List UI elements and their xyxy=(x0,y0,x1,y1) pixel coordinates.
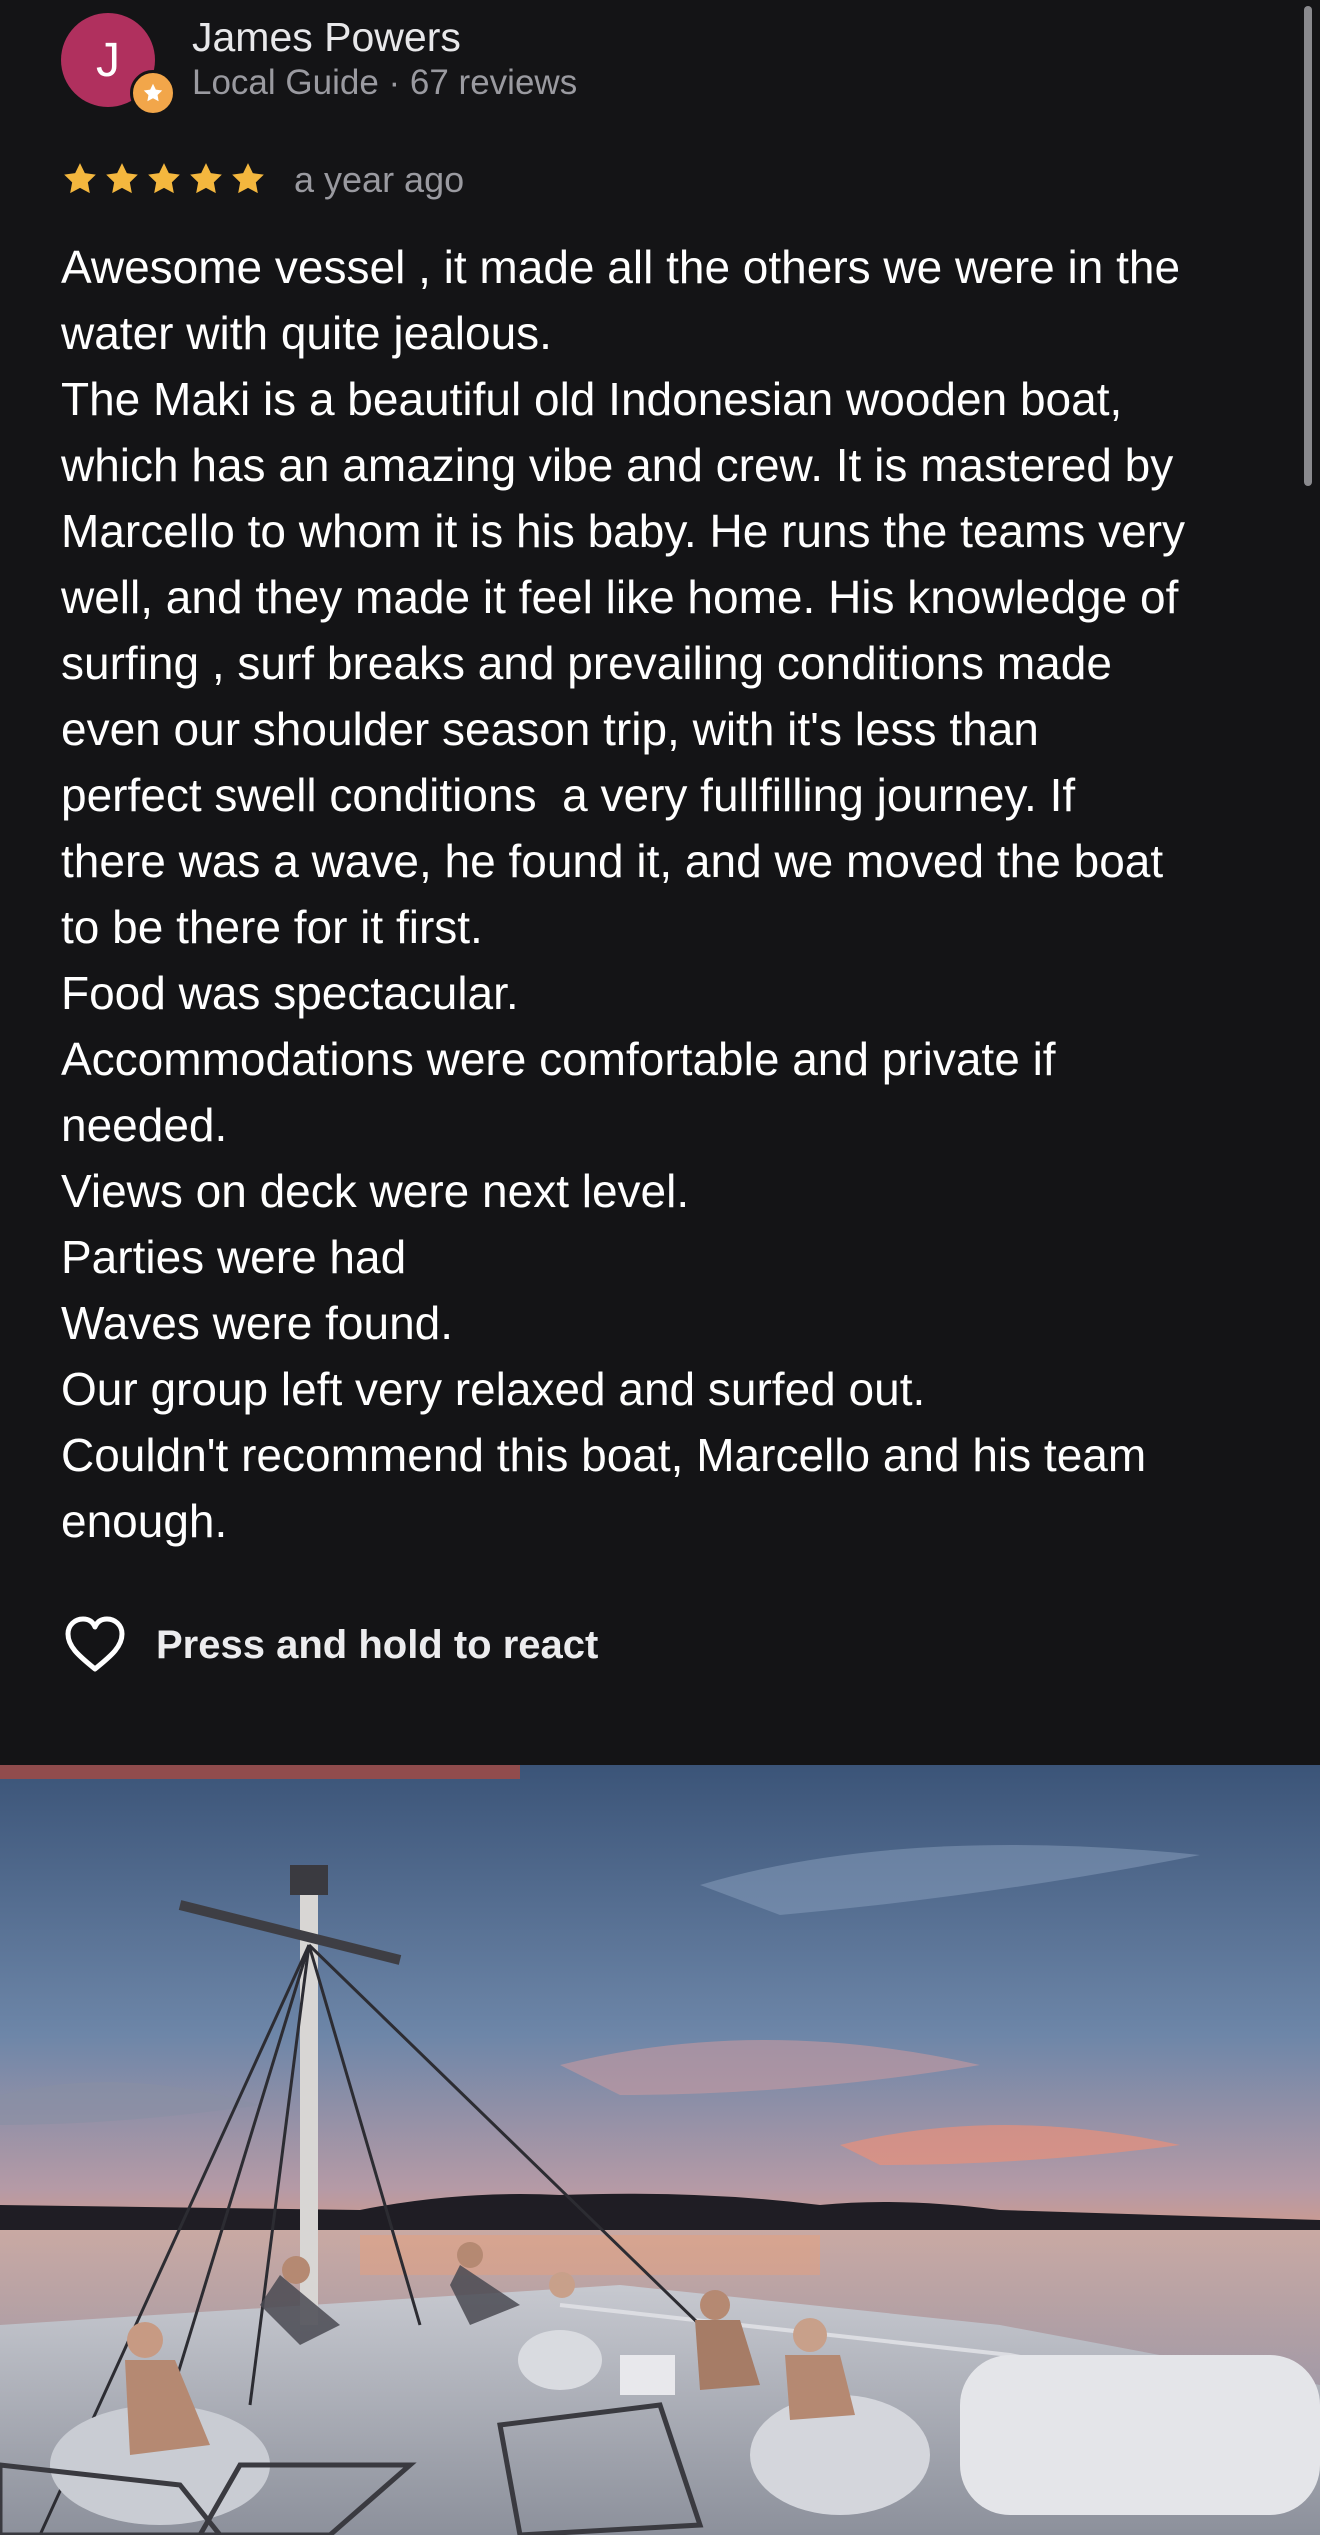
review-date: a year ago xyxy=(294,159,465,200)
avatar-initial: J xyxy=(96,33,120,87)
review-text-line: water with quite jealous. xyxy=(61,307,552,359)
review-text-line: surfing , surf breaks and prevailing con… xyxy=(61,637,1112,689)
review-text-line: Food was spectacular. xyxy=(61,967,519,1019)
star-icon xyxy=(143,83,163,102)
star-icon xyxy=(228,159,268,199)
scrollbar[interactable] xyxy=(1304,6,1312,486)
review-text-line: Our group left very relaxed and surfed o… xyxy=(61,1363,926,1415)
star-icon xyxy=(60,159,100,199)
review-photo[interactable] xyxy=(0,1765,1320,2535)
review-text-line: Accommodations were comfortable and priv… xyxy=(61,1033,1056,1085)
review-text-line: there was a wave, he found it, and we mo… xyxy=(61,835,1164,887)
review-text-line: The Maki is a beautiful old Indonesian w… xyxy=(61,373,1123,425)
react-button[interactable]: Press and hold to react xyxy=(60,1610,598,1680)
local-guide-badge-icon xyxy=(130,70,176,116)
review-text-line: Parties were had xyxy=(61,1231,407,1283)
review-text-line: even our shoulder season trip, with it's… xyxy=(61,703,1039,755)
reviewer-meta: Local Guide · 67 reviews xyxy=(192,63,578,102)
star-icon xyxy=(144,159,184,199)
review-card: J James Powers Local Guide · 67 reviews … xyxy=(0,0,1320,1765)
review-text-line: Waves were found. xyxy=(61,1297,454,1349)
review-text-line: enough. xyxy=(61,1495,228,1547)
review-text-line: perfect swell conditions a very fullfill… xyxy=(61,769,1076,821)
review-text-line: Views on deck were next level. xyxy=(61,1165,690,1217)
heart-icon xyxy=(60,1610,130,1680)
star-rating xyxy=(60,159,268,199)
review-text-line: needed. xyxy=(61,1099,228,1151)
review-text-line: well, and they made it feel like home. H… xyxy=(61,571,1179,623)
star-icon xyxy=(102,159,142,199)
review-text: Awesome vessel , it made all the others … xyxy=(61,234,1281,1554)
reviewer-name[interactable]: James Powers xyxy=(192,14,461,61)
review-text-line: Awesome vessel , it made all the others … xyxy=(61,241,1181,293)
star-icon xyxy=(186,159,226,199)
review-text-line: Couldn't recommend this boat, Marcello a… xyxy=(61,1429,1147,1481)
review-text-line: to be there for it first. xyxy=(61,901,483,953)
review-text-line: Marcello to whom it is his baby. He runs… xyxy=(61,505,1186,557)
react-label: Press and hold to react xyxy=(156,1622,599,1667)
review-text-line: which has an amazing vibe and crew. It i… xyxy=(61,439,1174,491)
